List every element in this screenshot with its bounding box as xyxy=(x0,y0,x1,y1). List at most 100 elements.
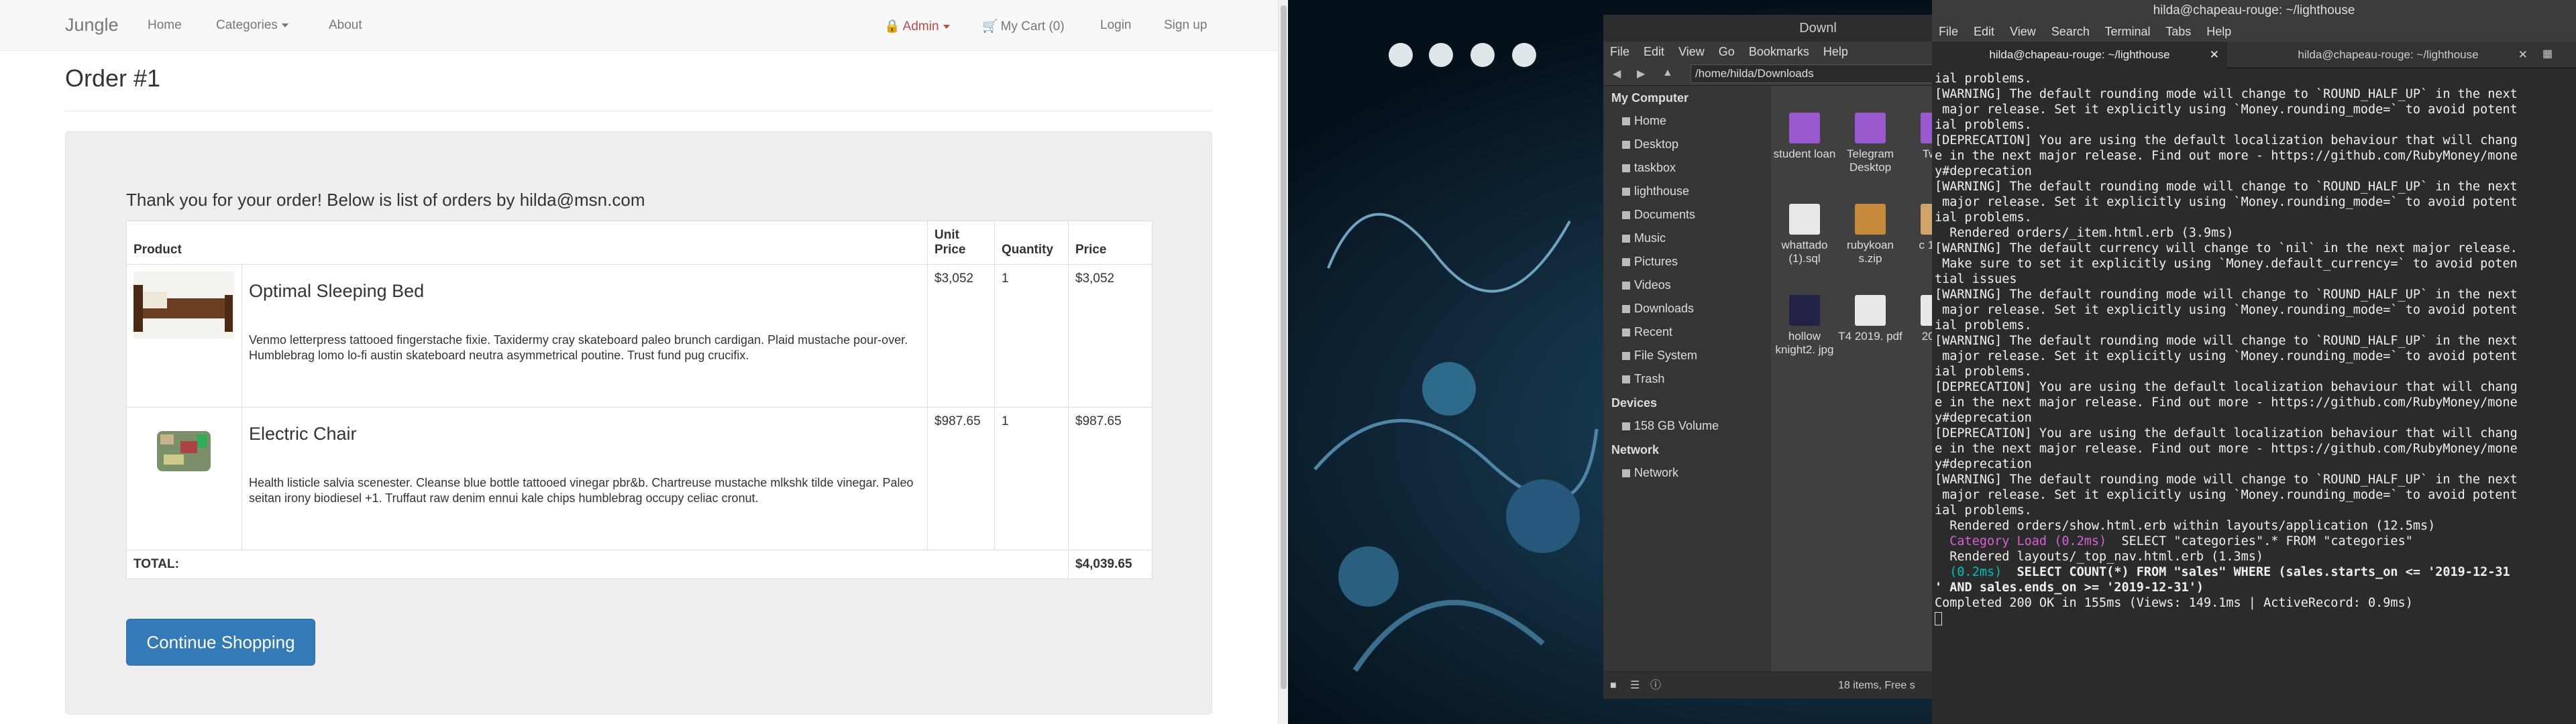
terminal-line: ial problems. xyxy=(1935,118,2032,132)
sidebar-item-label: lighthouse xyxy=(1634,184,1690,198)
music-icon xyxy=(1622,235,1630,243)
menu-terminal[interactable]: Terminal xyxy=(2105,25,2151,38)
nav-categories[interactable]: Categories xyxy=(216,18,288,33)
terminal-menubar: File Edit View Search Terminal Tabs Help xyxy=(1932,21,2576,42)
menu-view[interactable]: View xyxy=(2010,25,2036,38)
file-item[interactable]: T4 2019. pdf xyxy=(1837,295,1904,343)
location-bar[interactable]: /home/hilda/Downloads xyxy=(1690,64,1932,83)
terminal-window: hilda@chapeau-rouge: ~/lighthouse File E… xyxy=(1932,0,2576,724)
nav-admin[interactable]: 🔒 Admin xyxy=(884,18,950,34)
sidebar-item-trash[interactable]: Trash xyxy=(1603,367,1771,391)
file-item[interactable]: hollow knight2. jpg xyxy=(1771,295,1838,357)
menu-tabs[interactable]: Tabs xyxy=(2165,25,2191,38)
thank-you-message: Thank you for your order! Below is list … xyxy=(126,190,645,210)
clock-icon xyxy=(1622,328,1630,337)
brand-logo[interactable]: Jungle xyxy=(65,15,119,36)
menu-help[interactable]: Help xyxy=(1823,45,1848,58)
new-tab-icon[interactable]: ▦ xyxy=(2542,47,2553,60)
file-name: whattado (1).sql xyxy=(1781,239,1828,265)
total-label: TOTAL: xyxy=(126,550,1069,579)
menu-file[interactable]: File xyxy=(1939,25,1958,38)
terminal-line: [WARNING] The default rounding mode will… xyxy=(1935,288,2518,302)
menu-bookmarks[interactable]: Bookmarks xyxy=(1749,45,1809,58)
menu-edit[interactable]: Edit xyxy=(1974,25,1994,38)
sidebar-item-music[interactable]: Music xyxy=(1603,227,1771,250)
menu-file[interactable]: File xyxy=(1610,45,1629,58)
terminal-line: y#deprecation xyxy=(1935,164,2032,178)
table-row: Optimal Sleeping Bed Venmo letterpress t… xyxy=(126,264,1152,408)
sidebar-item-label: Pictures xyxy=(1634,255,1678,268)
sidebar-item-recent[interactable]: Recent xyxy=(1603,320,1771,344)
sidebar-item-network[interactable]: Network xyxy=(1603,461,1771,485)
menu-search[interactable]: Search xyxy=(2051,25,2090,38)
file-manager-toolbar: ◀ ▶ ▲ /home/hilda/Downloads xyxy=(1603,62,1932,86)
document-icon xyxy=(1622,211,1630,220)
forward-icon[interactable]: ▶ xyxy=(1637,67,1645,80)
terminal-output[interactable]: ial problems. [WARNING] The default round… xyxy=(1932,68,2576,629)
nav-login[interactable]: Login xyxy=(1100,18,1132,33)
sidebar-item-desktop[interactable]: Desktop xyxy=(1603,133,1771,156)
back-icon[interactable]: ◀ xyxy=(1613,67,1621,80)
section-my-computer[interactable]: My Computer xyxy=(1603,86,1771,109)
terminal-tab[interactable]: hilda@chapeau-rouge: ~/lighthouse ✕ xyxy=(2241,42,2536,68)
nav-home[interactable]: Home xyxy=(148,18,182,33)
file-item[interactable]: student loan xyxy=(1771,113,1838,161)
product-description: Venmo letterpress tattooed fingerstache … xyxy=(249,333,908,362)
file-icon xyxy=(1921,204,1932,235)
sidebar-item-downloads[interactable]: Downloads xyxy=(1603,297,1771,320)
menu-go[interactable]: Go xyxy=(1719,45,1735,58)
close-icon[interactable]: ✕ xyxy=(2210,42,2219,68)
sql-label: Category Load (0.2ms) xyxy=(1935,534,2107,548)
section-network[interactable]: Network xyxy=(1603,438,1771,461)
file-name: Tw fa xyxy=(1922,147,1932,160)
nav-signup[interactable]: Sign up xyxy=(1164,18,1207,33)
file-item[interactable]: whattado (1).sql xyxy=(1771,204,1838,265)
menu-help[interactable]: Help xyxy=(2206,25,2231,38)
nav-about[interactable]: About xyxy=(329,18,362,33)
page-header: Order #1 xyxy=(65,64,1212,111)
terminal-title: hilda@chapeau-rouge: ~/lighthouse xyxy=(1932,0,2576,21)
sidebar-item-videos[interactable]: Videos xyxy=(1603,274,1771,297)
section-devices[interactable]: Devices xyxy=(1603,391,1771,414)
file-item[interactable]: rubykoan s.zip xyxy=(1837,204,1904,265)
menu-edit[interactable]: Edit xyxy=(1644,45,1664,58)
menu-view[interactable]: View xyxy=(1678,45,1705,58)
terminal-line: ial problems. xyxy=(1935,365,2032,379)
total-row: TOTAL: $4,039.65 xyxy=(126,550,1152,579)
scrollbar-thumb[interactable] xyxy=(1281,5,1287,689)
file-item[interactable]: Telegram Desktop xyxy=(1837,113,1904,174)
sidebar-item-volume[interactable]: 158 GB Volume xyxy=(1603,414,1771,438)
product-name[interactable]: Electric Chair xyxy=(249,424,920,444)
terminal-line: ' AND sales.ends_on >= '2019-12-31') xyxy=(1935,581,2204,595)
sidebar-item-documents[interactable]: Documents xyxy=(1603,203,1771,227)
table-row: Electric Chair Health listicle salvia sc… xyxy=(126,407,1152,550)
browser-scrollbar[interactable] xyxy=(1278,0,1288,724)
folder-icon xyxy=(1622,188,1630,196)
terminal-tab[interactable]: hilda@chapeau-rouge: ~/lighthouse ✕ xyxy=(1932,42,2227,68)
sidebar-item-taskbox[interactable]: taskbox xyxy=(1603,156,1771,180)
file-item[interactable]: Tw fa xyxy=(1902,113,1932,161)
sidebar-item-home[interactable]: Home xyxy=(1603,109,1771,133)
continue-shopping-button[interactable]: Continue Shopping xyxy=(126,619,315,666)
file-item[interactable]: 20 18 xyxy=(1902,295,1932,343)
sidebar-item-label: 158 GB Volume xyxy=(1634,419,1719,432)
nav-cart[interactable]: 🛒 My Cart (0) xyxy=(982,18,1065,34)
file-item[interactable]: c 1. 15 xyxy=(1902,204,1932,252)
product-name[interactable]: Optimal Sleeping Bed xyxy=(249,281,920,302)
tree-toggle-icon[interactable]: ☰ xyxy=(1630,672,1640,699)
desktop-icon xyxy=(1622,141,1630,149)
info-toggle-icon[interactable]: ⓘ xyxy=(1650,672,1661,699)
sidebar-item-lighthouse[interactable]: lighthouse xyxy=(1603,180,1771,203)
sidebar-item-filesystem[interactable]: File System xyxy=(1603,344,1771,367)
tab-label: hilda@chapeau-rouge: ~/lighthouse xyxy=(2298,48,2479,61)
places-toggle-icon[interactable]: ■ xyxy=(1610,672,1617,699)
up-icon[interactable]: ▲ xyxy=(1662,67,1673,79)
page-title: Order #1 xyxy=(65,64,161,92)
sidebar-item-label: Recent xyxy=(1634,325,1673,339)
status-bar: ■ ☰ ⓘ 18 items, Free s xyxy=(1603,672,1932,699)
terminal-line: y#deprecation xyxy=(1935,457,2032,471)
sidebar-item-pictures[interactable]: Pictures xyxy=(1603,250,1771,274)
terminal-line: Rendered orders/show.html.erb within lay… xyxy=(1935,519,2436,533)
terminal-cursor[interactable] xyxy=(1935,611,2573,626)
close-icon[interactable]: ✕ xyxy=(2518,42,2528,68)
